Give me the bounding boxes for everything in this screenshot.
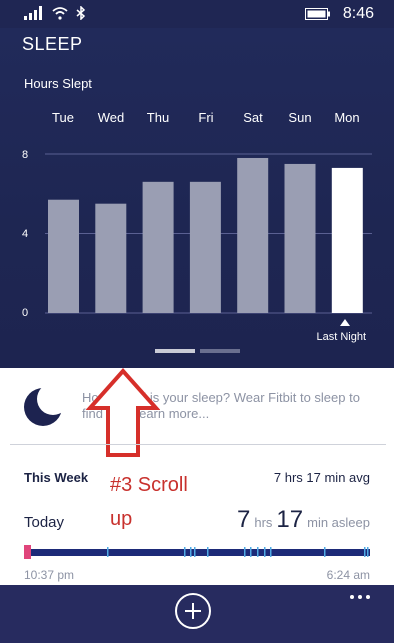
app-bar	[0, 585, 394, 643]
sleep-tip-card[interactable]: How useful is your sleep? Wear Fitbit to…	[0, 368, 394, 444]
signal-icon	[24, 6, 42, 20]
hours-slept-chart[interactable]	[0, 28, 394, 368]
wifi-icon	[52, 7, 68, 20]
bar-fri[interactable]	[189, 181, 221, 313]
today-asleep-duration: 7 hrs 17 min asleep	[237, 506, 370, 534]
last-night-label: Last Night	[316, 331, 366, 343]
asleep-minutes: 17	[276, 506, 304, 533]
sleep-end-time: 6:24 am	[326, 568, 370, 582]
bar-sun[interactable]	[284, 163, 316, 313]
clock: 8:46	[342, 5, 374, 22]
battery-icon	[304, 8, 330, 20]
status-icons-right: 8:46	[304, 5, 374, 23]
bar-mon[interactable]	[331, 167, 363, 313]
status-icons-left	[24, 6, 86, 20]
status-bar: 8:46	[0, 0, 394, 28]
weekly-average: 7 hrs 17 min avg	[273, 470, 370, 485]
this-week-label: This Week	[24, 470, 89, 485]
asleep-hours-unit: hrs	[254, 515, 273, 530]
moon-icon	[24, 384, 66, 426]
bar-wed[interactable]	[95, 203, 127, 313]
divider	[10, 444, 386, 445]
more-dot	[366, 595, 370, 599]
sleep-start-time: 10:37 pm	[24, 568, 75, 582]
bar-thu[interactable]	[142, 181, 174, 313]
annotation-line-1: #3 Scroll	[110, 474, 188, 496]
more-dot	[358, 595, 362, 599]
selected-day-indicator-icon	[340, 319, 350, 326]
pager-dot-active[interactable]	[155, 349, 195, 353]
more-options-icon[interactable]	[350, 595, 370, 599]
asleep-minutes-unit: min asleep	[307, 515, 370, 530]
bar-tue[interactable]	[48, 199, 79, 313]
sleep-header: SLEEP Hours Slept Tue Wed Thu Fri Sat Su…	[0, 28, 394, 368]
more-dot	[350, 595, 354, 599]
add-button[interactable]	[175, 593, 211, 629]
sleep-timeline[interactable]	[24, 545, 370, 559]
pager-dot[interactable]	[200, 349, 240, 353]
asleep-hours: 7	[237, 506, 251, 533]
annotation-line-2: up	[110, 508, 133, 530]
bar-sat[interactable]	[237, 157, 269, 313]
today-label: Today	[24, 514, 65, 531]
bluetooth-icon	[76, 6, 86, 20]
